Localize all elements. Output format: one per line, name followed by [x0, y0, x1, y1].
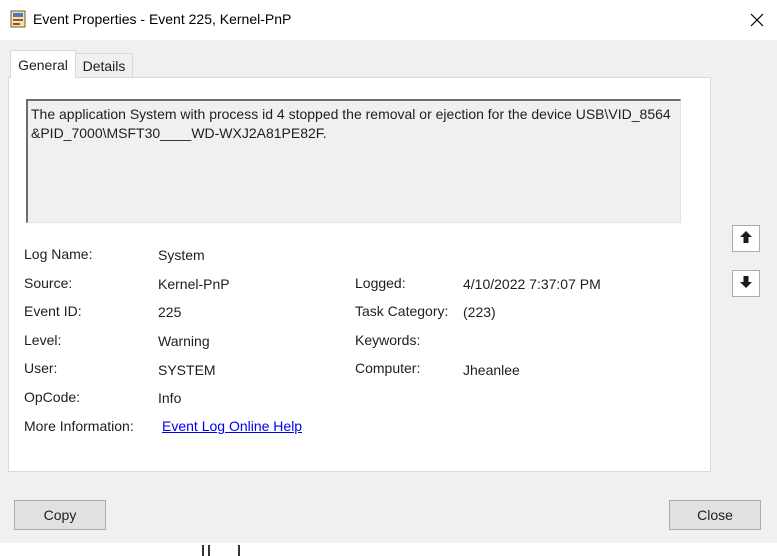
log-name-label: Log Name: [24, 246, 93, 262]
more-information-label: More Information: [24, 418, 134, 434]
arrow-down-icon [739, 275, 753, 292]
next-event-button[interactable] [732, 270, 760, 297]
logged-label: Logged: [355, 275, 406, 291]
background-divider [208, 545, 210, 556]
event-description-box[interactable]: The application System with process id 4… [26, 99, 681, 223]
tab-general[interactable]: General [10, 50, 76, 78]
background-divider [238, 545, 240, 556]
close-icon[interactable] [738, 4, 776, 36]
level-label: Level: [24, 332, 62, 348]
source-label: Source: [24, 275, 73, 291]
user-label: User: [24, 360, 58, 376]
copy-button-label: Copy [43, 507, 77, 523]
previous-event-button[interactable] [732, 225, 760, 252]
opcode-value[interactable]: Info [158, 390, 181, 406]
window-title: Event Properties - Event 225, Kernel-PnP [33, 11, 292, 27]
opcode-label: OpCode: [24, 389, 81, 405]
logged-value[interactable]: 4/10/2022 7:37:07 PM [463, 276, 601, 292]
event-id-value[interactable]: 225 [158, 304, 181, 320]
task-category-value[interactable]: (223) [463, 304, 496, 320]
event-viewer-icon [10, 10, 26, 28]
task-category-label: Task Category: [355, 303, 449, 319]
user-value[interactable]: SYSTEM [158, 362, 216, 378]
tab-details[interactable]: Details [76, 53, 133, 78]
event-description-text: The application System with process id 4… [31, 106, 671, 141]
event-id-label: Event ID: [24, 303, 82, 319]
close-button[interactable]: Close [669, 500, 761, 530]
keywords-label: Keywords: [355, 332, 421, 348]
close-button-label: Close [697, 507, 733, 523]
background-divider [202, 545, 204, 556]
level-value[interactable]: Warning [158, 333, 210, 349]
computer-value[interactable]: Jheanlee [463, 362, 520, 378]
computer-label: Computer: [355, 360, 421, 376]
background-window-strip [0, 543, 777, 556]
copy-button[interactable]: Copy [14, 500, 106, 530]
tab-general-label: General [18, 56, 68, 73]
tab-details-label: Details [82, 58, 126, 74]
log-name-value[interactable]: System [158, 247, 205, 263]
source-value[interactable]: Kernel-PnP [158, 276, 230, 292]
arrow-up-icon [739, 230, 753, 247]
event-log-online-help-link[interactable]: Event Log Online Help [162, 418, 302, 434]
title-bar: Event Properties - Event 225, Kernel-PnP [0, 0, 777, 40]
